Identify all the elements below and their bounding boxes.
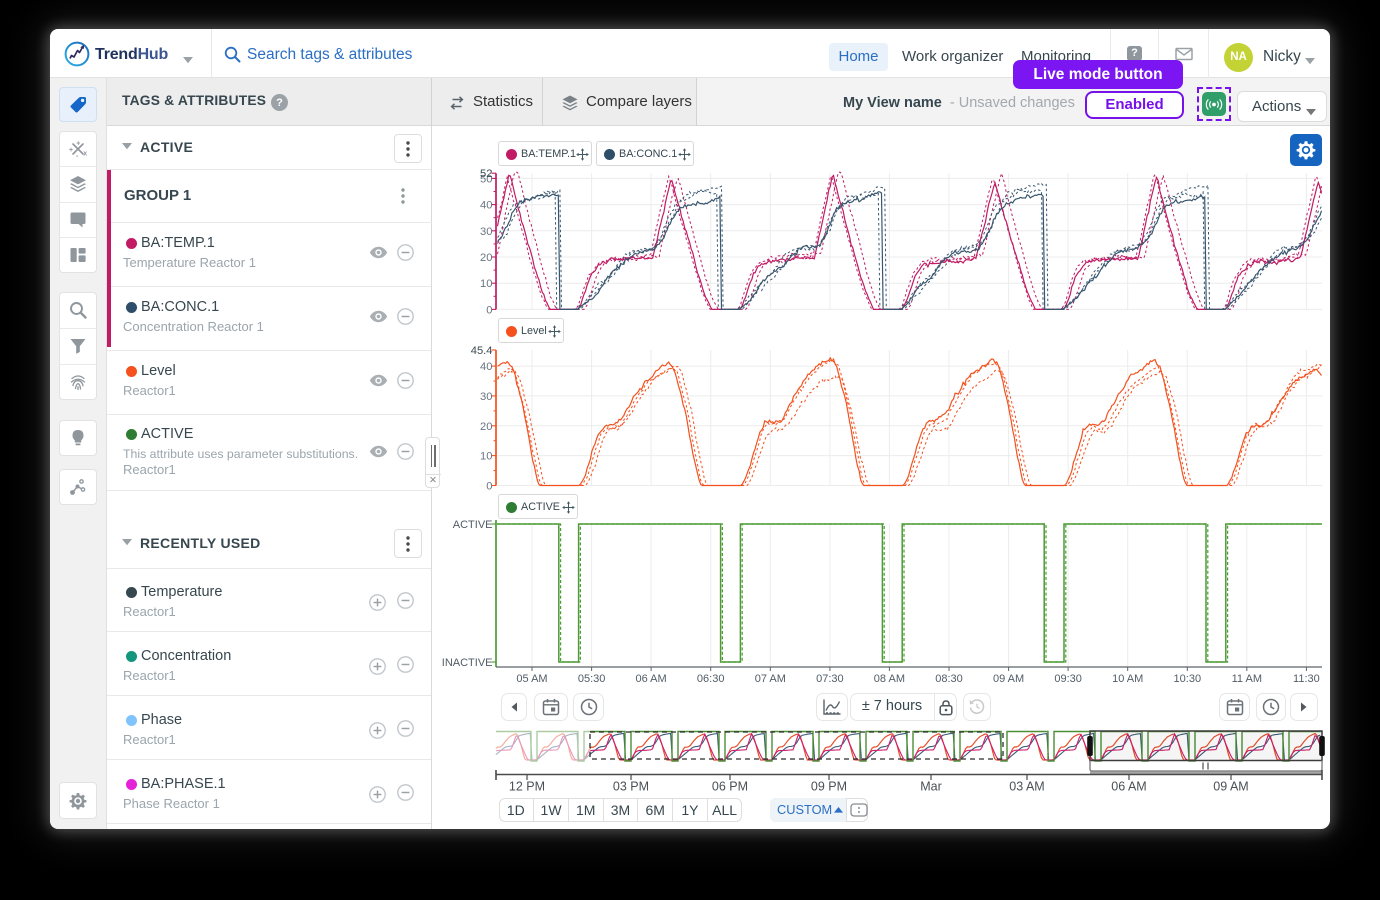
svg-text:06 AM: 06 AM	[1111, 780, 1146, 794]
svg-text:07 AM: 07 AM	[755, 673, 786, 685]
svg-text:09 AM: 09 AM	[1213, 780, 1248, 794]
svg-text:12 PM: 12 PM	[509, 780, 545, 794]
svg-text:08:30: 08:30	[935, 673, 963, 685]
svg-text:INACTIVE: INACTIVE	[442, 657, 493, 669]
svg-text:0: 0	[486, 481, 492, 493]
svg-text:?: ?	[276, 97, 283, 109]
svg-text:30: 30	[480, 391, 492, 403]
svg-text:20: 20	[480, 421, 492, 433]
svg-text:+: +	[69, 147, 73, 154]
svg-text:ACTIVE: ACTIVE	[453, 519, 493, 531]
svg-text:05 AM: 05 AM	[516, 673, 547, 685]
svg-text:05:30: 05:30	[578, 673, 606, 685]
svg-text:52: 52	[480, 168, 492, 180]
svg-text:07:30: 07:30	[816, 673, 844, 685]
svg-text:09 AM: 09 AM	[993, 673, 1024, 685]
svg-text:0: 0	[486, 304, 492, 316]
svg-text:06 PM: 06 PM	[712, 780, 748, 794]
svg-text:03 PM: 03 PM	[613, 780, 649, 794]
svg-text:x: x	[83, 151, 87, 158]
svg-text:03 AM: 03 AM	[1009, 780, 1044, 794]
svg-text:40: 40	[480, 200, 492, 212]
svg-text:+: +	[76, 140, 80, 147]
svg-text:10: 10	[480, 278, 492, 290]
svg-text:08 AM: 08 AM	[874, 673, 905, 685]
svg-text:06 AM: 06 AM	[636, 673, 667, 685]
svg-text:30: 30	[480, 226, 492, 238]
svg-text:45.4: 45.4	[471, 345, 493, 357]
svg-text:10 AM: 10 AM	[1112, 673, 1143, 685]
svg-text:09 PM: 09 PM	[811, 780, 847, 794]
svg-text:11 AM: 11 AM	[1232, 673, 1262, 685]
svg-text:09:30: 09:30	[1054, 673, 1082, 685]
svg-text:10: 10	[480, 451, 492, 463]
svg-text:-: -	[76, 153, 79, 159]
svg-text:40: 40	[480, 361, 492, 373]
svg-text:06:30: 06:30	[697, 673, 725, 685]
svg-text:Mar: Mar	[920, 780, 942, 794]
svg-text:20: 20	[480, 252, 492, 264]
svg-text:10:30: 10:30	[1174, 673, 1202, 685]
svg-text:11:30: 11:30	[1293, 673, 1320, 685]
